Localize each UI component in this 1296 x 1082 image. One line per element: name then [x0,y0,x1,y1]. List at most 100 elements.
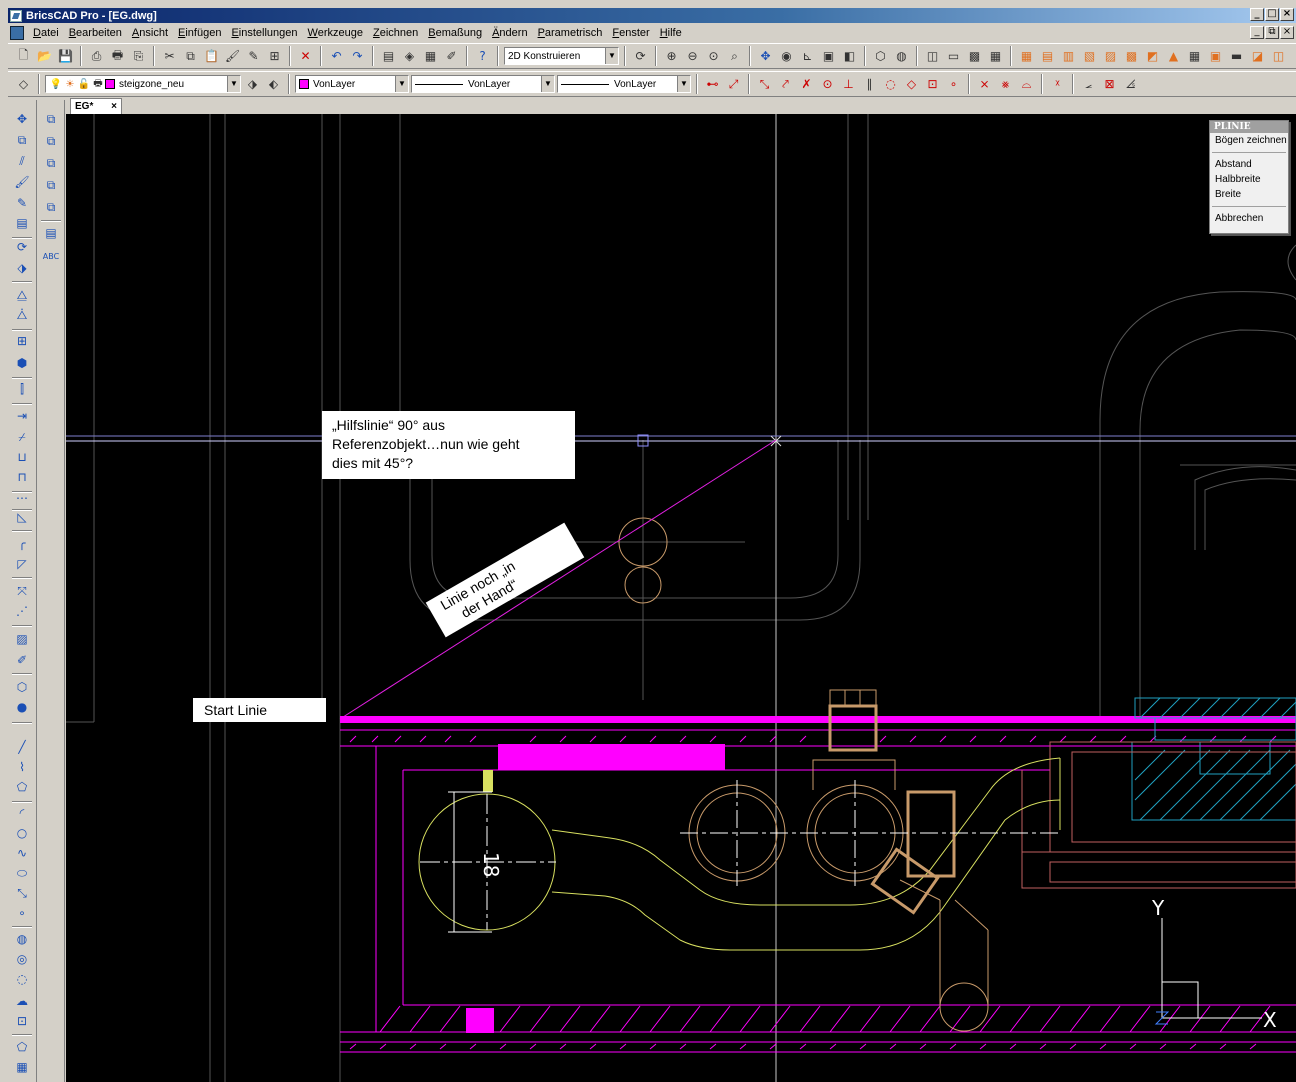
tool-a-icon[interactable]: ▦ [1017,47,1036,66]
dim-diameter-icon[interactable]: ⧉ [41,200,61,218]
paste-icon[interactable]: 📋 [202,47,221,66]
dim-linear-icon[interactable]: ⧉ [41,112,61,130]
snap-endpoint-icon[interactable]: ⊷ [703,75,722,94]
drawing-canvas[interactable]: Y X 18 [66,114,1296,1082]
chevron-down-icon[interactable]: ▼ [395,76,408,92]
pan-icon[interactable]: ✥ [756,47,775,66]
help-icon[interactable]: ? [473,47,492,66]
layout-icon[interactable]: ◫ [923,47,942,66]
qr-icon[interactable]: ▦ [986,47,1005,66]
3d-view-icon[interactable]: ⬡ [871,47,890,66]
join-icon[interactable]: ⋯ [12,491,32,509]
tool-c-icon[interactable]: ▥ [1059,47,1078,66]
stretch-icon[interactable]: ⇥ [12,409,32,427]
design-center-icon[interactable]: ▦ [421,47,440,66]
array-icon[interactable]: ▤ [12,216,32,234]
minimize-button[interactable]: _ [1250,8,1264,21]
lineweight-select[interactable]: VonLayer ▼ [557,75,691,93]
grid-icon[interactable]: ⊠ [1100,75,1119,94]
pick-icon[interactable]: ✎ [12,196,32,214]
close-tab-icon[interactable]: × [111,101,117,112]
copy-icon[interactable]: ⧉ [181,47,200,66]
menu-einfuegen[interactable]: Einfügen [173,27,226,39]
chevron-down-icon[interactable]: ▼ [677,76,690,92]
zoom-out-icon[interactable]: ⊖ [683,47,702,66]
arc-icon[interactable]: ◜ [12,806,32,824]
trim-icon[interactable]: ⌿ [12,430,32,448]
block-insert-icon[interactable]: ⊡ [12,1014,32,1032]
polyline-icon[interactable]: ⌇ [12,760,32,778]
menu-ansicht[interactable]: Ansicht [127,27,173,39]
break-icon[interactable]: ⊓ [12,470,32,488]
menu-item-boegen-zeichnen[interactable]: Bögen zeichnen [1210,133,1288,148]
snap-midpoint-icon[interactable]: ⤢ [724,75,743,94]
color-select[interactable]: VonLayer ▼ [295,75,409,93]
dim-ordinate-icon[interactable]: ⧉ [41,156,61,174]
wipeout-icon[interactable]: ◎ [12,952,32,970]
tool-b-icon[interactable]: ▤ [1038,47,1057,66]
make-current-icon[interactable]: ⬗ [243,75,262,94]
menu-hilfe[interactable]: Hilfe [655,27,687,39]
edit-icon[interactable]: ✐ [12,653,32,671]
snap-intersection-icon[interactable]: ⤡ [755,75,774,94]
zoom-window-icon[interactable]: ⊙ [704,47,723,66]
snap-insertion-icon[interactable]: ⊡ [923,75,942,94]
camera-icon[interactable]: ▣ [819,47,838,66]
polar-icon[interactable]: ⦟ [1079,75,1098,94]
menu-item-breite[interactable]: Breite [1210,187,1288,202]
ucs-icon[interactable]: ⊾ [798,47,817,66]
ellipse-icon[interactable]: ⬭ [12,866,32,884]
extend-icon[interactable]: ⊔ [12,450,32,468]
snap-tangent-icon[interactable]: ◌ [881,75,900,94]
snap-none-icon[interactable]: ⨳ [996,75,1015,94]
line-icon[interactable]: ╱ [12,740,32,758]
snap-nearest-icon[interactable]: ⨯ [975,75,994,94]
scale-icon[interactable]: ⬗ [12,261,32,279]
tool-f-icon[interactable]: ▩ [1122,47,1141,66]
tool-m-icon[interactable]: ◫ [1269,47,1288,66]
menu-fenster[interactable]: Fenster [607,27,654,39]
title-bar[interactable]: BricsCAD Pro - [EG.dwg] _ □ × [8,8,1296,23]
layer-icon[interactable]: ◈ [400,47,419,66]
dynamic-input-icon[interactable]: ⦞ [1121,75,1140,94]
menu-parametrisch[interactable]: Parametrisch [533,27,608,39]
save-icon[interactable]: 💾 [56,47,75,66]
doc-restore-button[interactable]: ⧉ [1265,26,1279,39]
lengthen-icon[interactable]: ◺ [12,510,32,528]
menu-datei[interactable]: Datei [28,27,64,39]
fillet-icon[interactable]: ╭ [12,536,32,554]
tool-i-icon[interactable]: ▦ [1185,47,1204,66]
menu-bearbeiten[interactable]: Bearbeiten [64,27,127,39]
snap-clear-icon[interactable]: ᵡ [1048,75,1067,94]
open-icon[interactable]: 📂 [35,47,54,66]
chamfer-icon[interactable]: ◸ [12,557,32,575]
xline-icon[interactable]: ⤡ [12,886,32,904]
tool-g-icon[interactable]: ◩ [1143,47,1162,66]
solid-icon[interactable]: ⬡ [12,680,32,698]
snap-quadrant-icon[interactable]: ◇ [902,75,921,94]
snap-perpendicular-icon[interactable]: ⊥ [839,75,858,94]
hatch-icon[interactable]: ⬠ [12,1040,32,1058]
circle-icon[interactable]: ○ [12,826,32,844]
menu-item-abbrechen[interactable]: Abbrechen [1210,211,1288,226]
undo-icon[interactable]: ↶ [327,47,346,66]
menu-item-abstand[interactable]: Abstand [1210,157,1288,172]
chevron-down-icon[interactable]: ▼ [227,76,240,92]
menu-werkzeuge[interactable]: Werkzeuge [303,27,368,39]
tab-eg[interactable]: EG* × [70,98,122,114]
tool-e-icon[interactable]: ▨ [1101,47,1120,66]
tool-h-icon[interactable]: ▲ [1164,47,1183,66]
copy-objects-icon[interactable]: ⧉ [12,133,32,151]
mirror-icon[interactable]: ⧋ [12,288,32,306]
snap-tracking-icon[interactable]: ⌓ [1017,75,1036,94]
print-preview-icon[interactable]: ⎙ [87,47,106,66]
snap-apparent-icon[interactable]: ✗ [797,75,816,94]
hatch-edit-icon[interactable]: ▨ [12,632,32,650]
chevron-down-icon[interactable]: ▼ [605,48,618,64]
revcloud-icon[interactable]: ☁ [12,994,32,1012]
explode-icon[interactable]: ⤧ [12,584,32,602]
snap-parallel-icon[interactable]: ∥ [860,75,879,94]
redo-icon[interactable]: ↷ [348,47,367,66]
offset-icon[interactable]: ⫽ [12,154,32,172]
zoom-extents-icon[interactable]: ⌕ [725,47,744,66]
